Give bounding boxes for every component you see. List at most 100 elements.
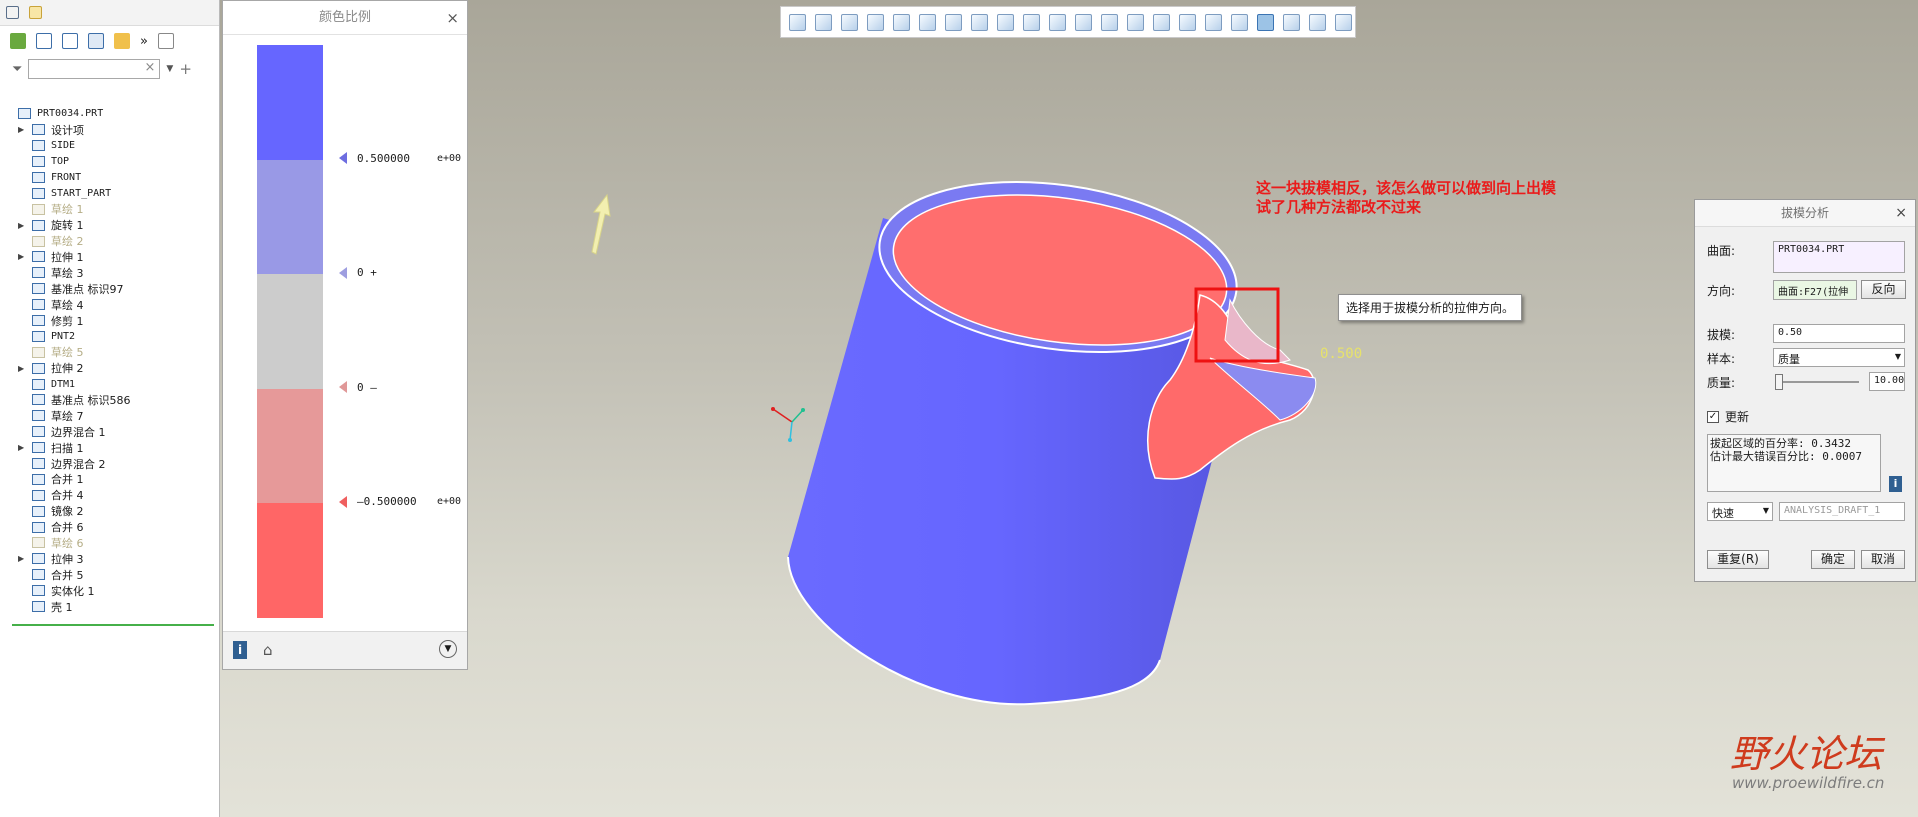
display-style-icon[interactable] (919, 13, 936, 31)
expand-arrow-icon[interactable]: ▶ (18, 125, 28, 134)
home-icon[interactable]: ⌂ (263, 641, 273, 659)
quality-slider-track[interactable] (1775, 374, 1859, 390)
tree-item[interactable]: ▶ 拉伸 1 (0, 249, 218, 265)
marker-triangle-icon[interactable] (339, 495, 347, 508)
ok-button[interactable]: 确定 (1811, 550, 1855, 569)
cup-model-render[interactable] (220, 0, 1918, 817)
tree-item[interactable]: 合并 1 (0, 471, 218, 487)
tree-item[interactable]: 草绘 3 (0, 265, 218, 281)
tree-item[interactable]: 草绘 2 (0, 233, 218, 249)
close-icon[interactable]: × (1895, 200, 1907, 227)
info-icon[interactable]: i (233, 641, 247, 659)
color-scale-marker[interactable]: –0.500000 e+00 (339, 495, 461, 508)
zoom-in-icon[interactable] (815, 13, 832, 31)
tree-item[interactable]: 修剪 1 (0, 313, 218, 329)
model-tree-tab-icon[interactable] (6, 6, 19, 19)
tree-item[interactable]: 镜像 2 (0, 503, 218, 519)
tree-item[interactable]: 壳 1 (0, 599, 218, 615)
info-icon[interactable]: i (1889, 476, 1902, 492)
tree-item[interactable]: 草绘 4 (0, 297, 218, 313)
point-display-icon[interactable] (1127, 13, 1144, 31)
tree-item[interactable]: 草绘 5 (0, 344, 218, 360)
view-manager-icon[interactable] (971, 13, 988, 31)
quality-slider-thumb[interactable] (1775, 374, 1784, 390)
quality-input[interactable]: 10.00 (1869, 372, 1905, 391)
expand-arrow-icon[interactable]: ▶ (18, 443, 28, 452)
refit-icon[interactable] (789, 13, 806, 31)
repaint-icon[interactable] (867, 13, 884, 31)
expand-arrow-icon[interactable]: ▶ (18, 554, 28, 563)
mode-select[interactable]: 快速 ▼ (1707, 502, 1773, 521)
point-tag-icon[interactable] (1179, 13, 1196, 31)
saved-views-icon[interactable] (945, 13, 962, 31)
layer-icon[interactable] (114, 33, 130, 49)
tree-item[interactable]: 基准点 标识97 (0, 281, 218, 297)
tree-item[interactable]: ▶ 设计项 (0, 122, 218, 138)
direction-collector[interactable]: 曲面:F27(拉伸 (1773, 280, 1857, 300)
shading-icon[interactable] (893, 13, 910, 31)
chevron-down-icon[interactable]: ▼ (1895, 352, 1901, 361)
insert-here-marker[interactable] (12, 624, 214, 626)
chevron-down-icon[interactable]: ▼ (1763, 506, 1769, 515)
marker-triangle-icon[interactable] (339, 152, 347, 165)
expand-arrow-icon[interactable]: ▶ (18, 252, 28, 261)
cancel-button[interactable]: 取消 (1861, 550, 1905, 569)
tree-item[interactable]: ▶ 扫描 1 (0, 440, 218, 456)
tree-item[interactable]: 实体化 1 (0, 583, 218, 599)
zoom-out-icon[interactable] (841, 13, 858, 31)
chevron-down-icon[interactable]: ▼ (166, 64, 173, 74)
tree-item[interactable]: 边界混合 1 (0, 424, 218, 440)
expand-arrow-icon[interactable]: ▶ (18, 221, 28, 230)
tree-item[interactable]: 草绘 7 (0, 408, 218, 424)
tree-settings-icon[interactable] (36, 33, 52, 49)
analysis-name-input[interactable]: ANALYSIS_DRAFT_1 (1779, 502, 1905, 521)
tree-item[interactable]: SIDE (0, 138, 218, 154)
tree-item[interactable]: TOP (0, 154, 218, 170)
pause-icon[interactable] (1309, 13, 1326, 31)
tree-item[interactable]: 基准点 标识586 (0, 392, 218, 408)
tree-item[interactable]: ▶ 旋转 1 (0, 217, 218, 233)
folder-browser-tab-icon[interactable] (29, 6, 42, 19)
annotation-display-icon[interactable] (1231, 13, 1248, 31)
expand-icon[interactable]: ▼ (439, 640, 457, 658)
datum-plane-display-icon[interactable] (1075, 13, 1092, 31)
tree-item[interactable]: DTM1 (0, 376, 218, 392)
repaint-off-icon[interactable] (1335, 13, 1352, 31)
tree-item[interactable]: 边界混合 2 (0, 456, 218, 472)
tree-root-part[interactable]: PRT0034.PRT (0, 106, 218, 122)
tree-filter-icon[interactable] (62, 33, 78, 49)
color-scale-marker[interactable]: 0 + (339, 266, 377, 279)
more-tools-icon[interactable]: » (140, 34, 148, 49)
tree-item[interactable]: ▶ 拉伸 3 (0, 551, 218, 567)
marker-triangle-icon[interactable] (339, 266, 347, 279)
reverse-button[interactable]: 反向 (1861, 280, 1906, 299)
tree-item[interactable]: 草绘 1 (0, 201, 218, 217)
perspective-icon[interactable] (997, 13, 1014, 31)
expand-arrow-icon[interactable]: ▶ (18, 364, 28, 373)
csys-display-icon[interactable] (1153, 13, 1170, 31)
repeat-button[interactable]: 重复(R) (1707, 550, 1769, 569)
spin-center-icon[interactable] (1257, 13, 1274, 31)
notes-icon[interactable] (157, 33, 174, 49)
tree-search-input[interactable]: × (28, 59, 161, 79)
add-filter-icon[interactable]: + (179, 60, 192, 78)
tree-item[interactable]: PNT2 (0, 328, 218, 344)
color-scale-marker[interactable]: 0.500000 e+00 (339, 152, 461, 165)
marker-triangle-icon[interactable] (339, 381, 347, 394)
tree-item[interactable]: START_PART (0, 185, 218, 201)
orient-icon[interactable] (1049, 13, 1066, 31)
tree-columns-icon[interactable] (88, 33, 104, 49)
tree-item[interactable]: 合并 5 (0, 567, 218, 583)
clear-search-icon[interactable]: × (145, 60, 156, 75)
csys-tag-icon[interactable] (1205, 13, 1222, 31)
show-icon[interactable] (10, 33, 26, 49)
tree-item[interactable]: ▶ 拉伸 2 (0, 360, 218, 376)
close-icon[interactable]: × (446, 1, 459, 35)
update-checkbox[interactable]: ✓ (1707, 410, 1719, 423)
draft-angle-input[interactable]: 0.50 (1773, 324, 1905, 343)
tree-item[interactable]: 草绘 6 (0, 535, 218, 551)
tree-item[interactable]: FRONT (0, 170, 218, 186)
color-scale-marker[interactable]: 0 – (339, 381, 377, 394)
surface-collector[interactable]: PRT0034.PRT (1773, 241, 1905, 273)
datum-axis-display-icon[interactable] (1101, 13, 1118, 31)
